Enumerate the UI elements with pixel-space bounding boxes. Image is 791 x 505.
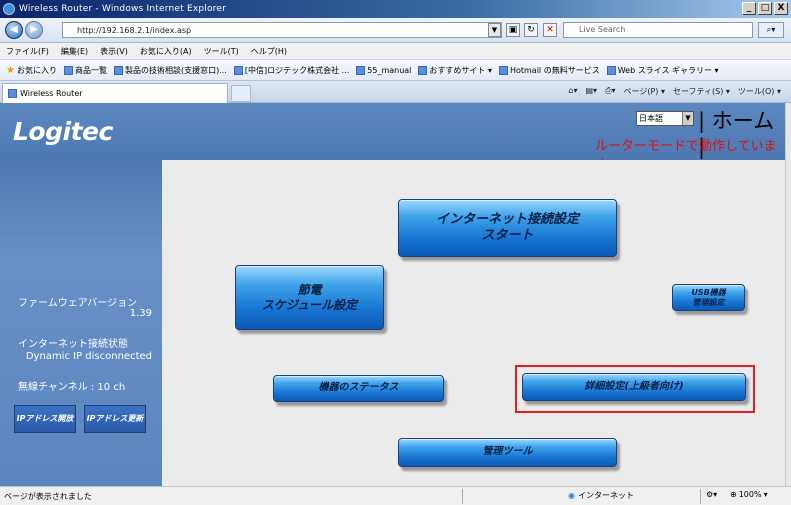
compatibility-icon[interactable]: ▣ — [506, 23, 520, 37]
search-input[interactable]: Live Search — [563, 22, 753, 38]
star-icon: ★ — [6, 64, 15, 76]
ip-release-button[interactable]: IPアドレス開放 — [14, 405, 76, 433]
minimize-button[interactable]: _ — [742, 2, 756, 15]
favorite-item[interactable]: 商品一覧 — [63, 65, 107, 76]
usb-device-management-button[interactable]: USB機器 管理設定 — [672, 284, 745, 311]
tab-row: Wireless Router ⌂▾ ▤▾ ⎙▾ ページ(P) ▾ セーフティ(… — [0, 81, 791, 103]
address-toolbar: ◀ ▶ http://192.168.2.1/index.asp ▼ ▣ ↻ ✕… — [0, 18, 791, 43]
address-url: http://192.168.2.1/index.asp — [77, 25, 192, 35]
firmware-value: 1.39 — [129, 308, 152, 319]
forward-button[interactable]: ▶ — [25, 21, 43, 39]
page-icon — [233, 65, 243, 75]
window-title: Wireless Router - Windows Internet Explo… — [19, 4, 227, 14]
feeds-icon[interactable]: ▤▾ — [586, 86, 598, 97]
ie-icon — [3, 3, 15, 15]
favorites-button[interactable]: ★ お気に入り — [6, 65, 57, 76]
zoom-control[interactable]: ⊕ 100% ▾ — [730, 490, 768, 499]
favorite-item[interactable]: 製品の技術相談(支援窓口)... — [113, 65, 227, 76]
favorite-item[interactable]: 55_manual — [356, 65, 411, 75]
status-text: ページが表示されました — [4, 492, 92, 501]
favorite-item[interactable]: おすすめサイト ▾ — [418, 65, 492, 76]
power-schedule-button[interactable]: 節電 スケジュール設定 — [235, 265, 384, 330]
page-icon — [418, 65, 428, 75]
page-icon — [498, 65, 508, 75]
page-header: Logitec 日本語 ▼ | ホーム | ルーターモードで動作しています。 — [0, 103, 785, 173]
address-dropdown-icon[interactable]: ▼ — [488, 23, 501, 37]
search-icon[interactable]: ⌕▾ — [758, 22, 784, 38]
logitec-logo: Logitec — [13, 117, 113, 146]
maximize-button[interactable]: □ — [758, 2, 772, 15]
connection-label: インターネット接続状態 — [18, 339, 128, 350]
new-tab-button[interactable] — [231, 85, 251, 102]
admin-tools-button[interactable]: 管理ツール — [398, 438, 617, 467]
web-page: Logitec 日本語 ▼ | ホーム | ルーターモードで動作しています。 フ… — [0, 103, 785, 486]
menu-bar: ファイル(F) 編集(E) 表示(V) お気に入り(A) ツール(T) ヘルプ(… — [0, 43, 791, 60]
connection-value: Dynamic IP disconnected — [25, 351, 152, 362]
favorite-item[interactable]: [中信]ロジテック株式会社 ... — [233, 65, 349, 76]
firmware-label: ファームウェアバージョン — [18, 298, 138, 309]
menu-tools[interactable]: ツール(T) — [204, 46, 239, 57]
sidebar: ファームウェアバージョン 1.39 インターネット接続状態 Dynamic IP… — [0, 160, 162, 486]
favorite-item[interactable]: Web スライス ギャラリー ▾ — [606, 65, 719, 76]
window-titlebar: Wireless Router - Windows Internet Explo… — [0, 0, 791, 18]
chevron-down-icon: ▼ — [682, 112, 693, 125]
page-scrollbar[interactable] — [785, 103, 791, 486]
tab-wireless-router[interactable]: Wireless Router — [2, 83, 228, 103]
command-safety[interactable]: セーフティ(S) ▾ — [673, 86, 730, 97]
device-status-button[interactable]: 機器のステータス — [273, 375, 444, 402]
page-icon — [63, 65, 73, 75]
protected-mode-icon[interactable]: ⚙▾ — [706, 490, 717, 499]
menu-favorites[interactable]: お気に入り(A) — [140, 46, 192, 57]
language-select[interactable]: 日本語 ▼ — [636, 111, 694, 126]
chevron-down-icon: ▾ — [763, 490, 768, 499]
home-icon[interactable]: ⌂▾ — [568, 86, 577, 97]
globe-icon: ◉ — [568, 491, 575, 500]
close-button[interactable]: X — [774, 2, 788, 15]
advanced-settings-button[interactable]: 詳細設定(上級者向け) — [522, 373, 746, 401]
main-content: インターネット接続設定 スタート 節電 スケジュール設定 USB機器 管理設定 … — [162, 160, 785, 486]
favorites-bar: ★ お気に入り 商品一覧 製品の技術相談(支援窓口)... [中信]ロジテック株式… — [0, 60, 791, 81]
ip-renew-button[interactable]: IPアドレス更新 — [84, 405, 146, 433]
command-page[interactable]: ページ(P) ▾ — [624, 86, 665, 97]
page-icon — [8, 89, 17, 98]
zoom-icon: ⊕ — [730, 490, 737, 499]
stop-icon[interactable]: ✕ — [543, 23, 557, 37]
command-bar: ⌂▾ ▤▾ ⎙▾ ページ(P) ▾ セーフティ(S) ▾ ツール(O) ▾ — [568, 86, 781, 97]
command-tools[interactable]: ツール(O) ▾ — [738, 86, 781, 97]
folder-icon — [356, 65, 366, 75]
menu-edit[interactable]: 編集(E) — [61, 46, 88, 57]
menu-file[interactable]: ファイル(F) — [6, 46, 49, 57]
address-input[interactable]: http://192.168.2.1/index.asp — [62, 22, 502, 38]
back-button[interactable]: ◀ — [5, 21, 23, 39]
internet-setup-start-button[interactable]: インターネット接続設定 スタート — [398, 199, 617, 257]
page-icon — [113, 65, 123, 75]
menu-view[interactable]: 表示(V) — [100, 46, 128, 57]
security-zone[interactable]: ◉ インターネット — [568, 490, 634, 501]
page-icon — [606, 65, 616, 75]
refresh-icon[interactable]: ↻ — [524, 23, 538, 37]
status-bar: ページが表示されました ◉ インターネット ⚙▾ ⊕ 100% ▾ — [0, 486, 791, 505]
menu-help[interactable]: ヘルプ(H) — [251, 46, 287, 57]
favorite-item[interactable]: Hotmail の無料サービス — [498, 65, 600, 76]
channel-text: 無線チャンネル : 10 ch — [18, 382, 126, 393]
print-icon[interactable]: ⎙▾ — [605, 86, 615, 97]
